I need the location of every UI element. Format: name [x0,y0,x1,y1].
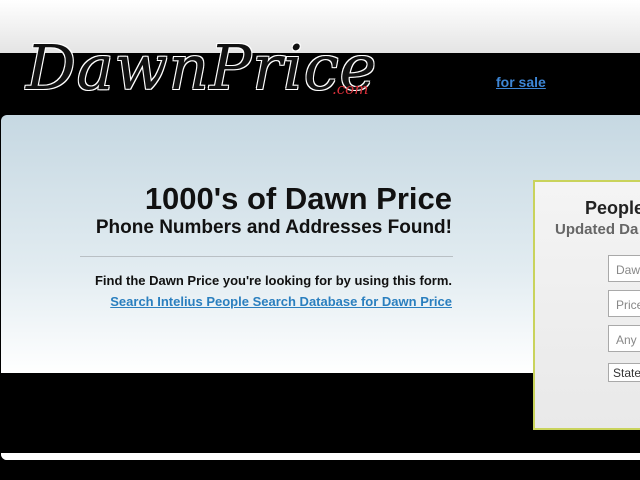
city-input[interactable]: Any c [608,325,640,352]
intelius-search-link[interactable]: Search Intelius People Search Database f… [32,294,452,309]
state-select[interactable]: State [608,363,640,382]
page-headline: 1000's of Dawn Price [144,181,452,216]
divider [80,256,453,257]
search-box-subtitle: Updated Da [555,221,639,238]
first-name-input[interactable]: Daw [608,255,640,282]
last-name-input[interactable]: Price [608,290,640,317]
panel-bottom-edge [1,453,640,460]
form-intro-text: Find the Dawn Price you're looking for b… [94,273,452,288]
for-sale-link[interactable]: for sale [496,74,546,90]
logo-dotcom: .com [332,80,369,98]
page-subheadline: Phone Numbers and Addresses Found! [95,217,452,238]
logo-text: DawnPrice [26,31,378,104]
search-box-title: People [585,198,640,218]
site-logo[interactable]: DawnPrice .com [26,28,377,108]
people-search-box: People Updated Da Daw Price Any c State [533,180,640,430]
